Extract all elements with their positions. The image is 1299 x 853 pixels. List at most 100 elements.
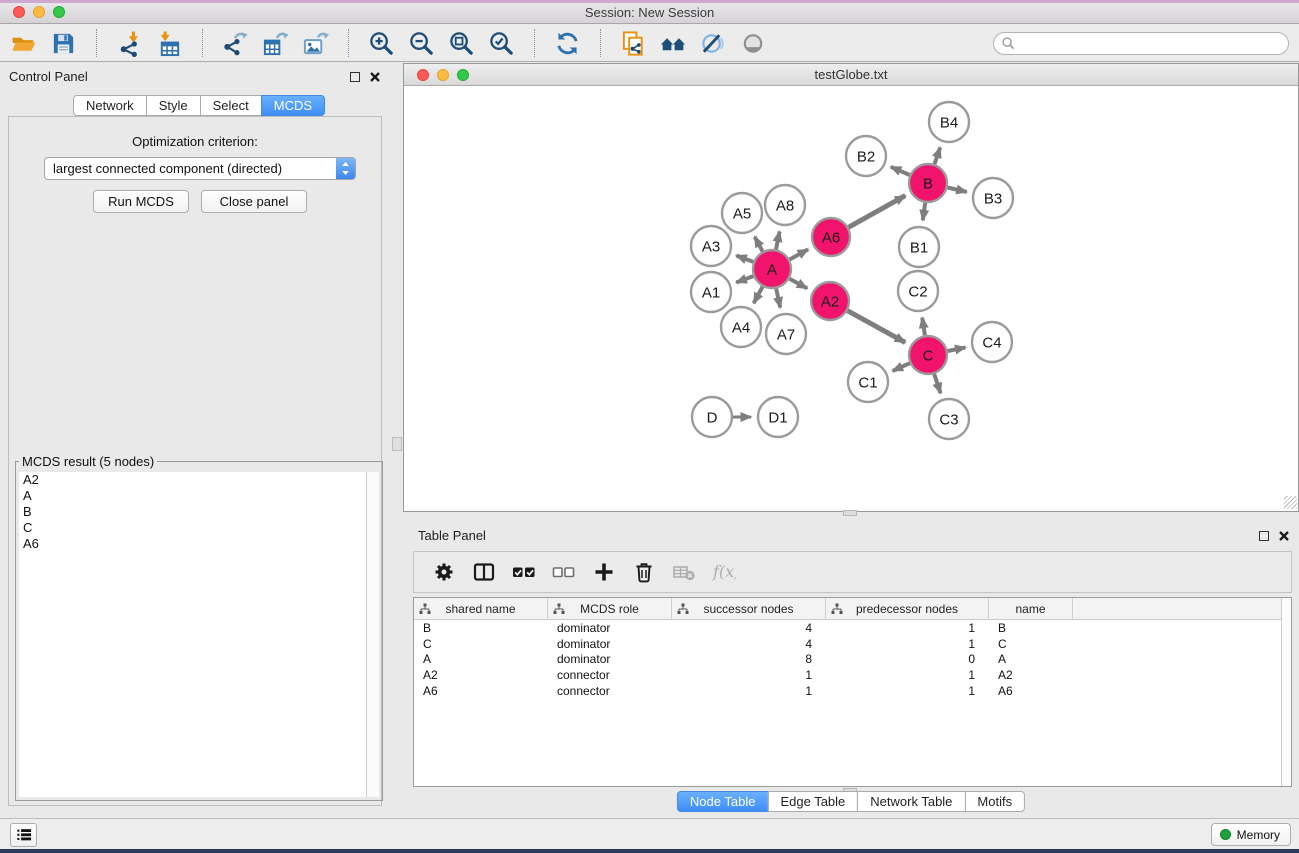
- tab-select[interactable]: Select: [200, 95, 262, 116]
- graph-edge-A-A6[interactable]: [790, 249, 809, 259]
- graph-node-B[interactable]: B: [909, 164, 947, 202]
- table-cell[interactable]: B: [989, 621, 1073, 635]
- table-cell[interactable]: B: [414, 621, 548, 635]
- home-icon[interactable]: [660, 30, 687, 57]
- table-row[interactable]: A2connector11A2: [414, 667, 1291, 683]
- hide-panel-icon[interactable]: [700, 30, 727, 57]
- table-cell[interactable]: connector: [548, 684, 672, 698]
- close-panel-button[interactable]: Close panel: [201, 190, 307, 213]
- graph-edge-A-A8[interactable]: [776, 232, 780, 250]
- tab-network[interactable]: Network: [73, 95, 147, 116]
- table-cell[interactable]: connector: [548, 668, 672, 682]
- table-cell[interactable]: 1: [672, 668, 826, 682]
- network-canvas[interactable]: B4B2BB3A5A8A6A3AB1A1C2A4A7A2CC4C1C3DD1: [404, 86, 1298, 510]
- import-network-icon[interactable]: [116, 30, 143, 57]
- graph-edge-A2-C[interactable]: [848, 311, 906, 343]
- graph-node-B3[interactable]: B3: [973, 178, 1013, 218]
- table-row[interactable]: Adominator80A: [414, 652, 1291, 668]
- vertical-splitter-handle[interactable]: [392, 437, 402, 451]
- graph-node-A7[interactable]: A7: [766, 314, 806, 354]
- column-header-successor-nodes[interactable]: successor nodes: [672, 598, 826, 619]
- graph-edge-A-A7[interactable]: [776, 289, 780, 308]
- graph-node-A3[interactable]: A3: [691, 226, 731, 266]
- graph-node-A4[interactable]: A4: [721, 307, 761, 347]
- table-cell[interactable]: 1: [672, 684, 826, 698]
- graph-node-C4[interactable]: C4: [972, 322, 1012, 362]
- export-table-icon[interactable]: [262, 30, 289, 57]
- tab-style[interactable]: Style: [146, 95, 201, 116]
- tab-mcds[interactable]: MCDS: [261, 95, 325, 116]
- tab-edge-table[interactable]: Edge Table: [767, 791, 858, 812]
- tab-network-table[interactable]: Network Table: [857, 791, 965, 812]
- table-cell[interactable]: A2: [989, 668, 1073, 682]
- graph-node-C[interactable]: C: [909, 336, 947, 374]
- graph-node-A8[interactable]: A8: [765, 185, 805, 225]
- table-cell[interactable]: 1: [826, 684, 989, 698]
- graph-node-D[interactable]: D: [692, 397, 732, 437]
- graph-edge-A-A3[interactable]: [736, 256, 753, 262]
- graph-edge-A-A1[interactable]: [736, 276, 753, 282]
- clone-network-icon[interactable]: [620, 30, 647, 57]
- table-cell[interactable]: C: [989, 637, 1073, 651]
- show-panel-icon[interactable]: [740, 30, 767, 57]
- table-cell[interactable]: 4: [672, 621, 826, 635]
- table-cell[interactable]: dominator: [548, 637, 672, 651]
- export-network-icon[interactable]: [222, 30, 249, 57]
- window-resize-grip[interactable]: [1284, 496, 1297, 509]
- tab-node-table[interactable]: Node Table: [677, 791, 769, 812]
- graph-node-B2[interactable]: B2: [846, 136, 886, 176]
- graph-edge-B-B3[interactable]: [948, 188, 967, 192]
- graph-edge-B-B1[interactable]: [923, 203, 925, 221]
- table-row[interactable]: A6connector11A6: [414, 683, 1291, 699]
- graph-edge-C-C1[interactable]: [893, 363, 910, 371]
- import-table-icon[interactable]: [156, 30, 183, 57]
- graph-node-B1[interactable]: B1: [899, 227, 939, 267]
- graph-node-A1[interactable]: A1: [691, 272, 731, 312]
- table-cell[interactable]: 8: [672, 652, 826, 666]
- graph-node-A2[interactable]: A2: [811, 282, 849, 320]
- mcds-result-item[interactable]: A2: [19, 472, 379, 488]
- graph-edge-A-A2[interactable]: [790, 279, 808, 289]
- graph-node-C1[interactable]: C1: [848, 362, 888, 402]
- graph-node-A5[interactable]: A5: [722, 193, 762, 233]
- table-cell[interactable]: dominator: [548, 652, 672, 666]
- run-mcds-button[interactable]: Run MCDS: [93, 190, 189, 213]
- table-row[interactable]: Bdominator41B: [414, 620, 1291, 636]
- export-image-icon[interactable]: [302, 30, 329, 57]
- graph-node-C2[interactable]: C2: [898, 271, 938, 311]
- unselect-all-columns-icon[interactable]: [552, 560, 576, 584]
- graph-edge-A-A4[interactable]: [754, 287, 763, 304]
- table-cell[interactable]: 1: [826, 637, 989, 651]
- panel-list-button[interactable]: [10, 823, 37, 847]
- delete-column-icon[interactable]: [632, 560, 656, 584]
- close-table-panel-icon[interactable]: [1278, 530, 1290, 542]
- refresh-icon[interactable]: [554, 30, 581, 57]
- table-settings-icon[interactable]: [432, 560, 456, 584]
- memory-button[interactable]: Memory: [1211, 823, 1291, 846]
- zoom-selected-icon[interactable]: [488, 30, 515, 57]
- table-scrollbar[interactable]: [1281, 598, 1291, 786]
- table-cell[interactable]: dominator: [548, 621, 672, 635]
- graph-node-D1[interactable]: D1: [758, 397, 798, 437]
- graph-edge-A6-B[interactable]: [849, 196, 906, 228]
- float-table-panel-icon[interactable]: [1259, 531, 1269, 541]
- graph-edge-C-C4[interactable]: [948, 347, 966, 351]
- mcds-result-item[interactable]: A: [19, 488, 379, 504]
- table-cell[interactable]: A2: [414, 668, 548, 682]
- graph-edge-A-A5[interactable]: [755, 237, 763, 252]
- zoom-out-icon[interactable]: [408, 30, 435, 57]
- graph-node-A6[interactable]: A6: [812, 218, 850, 256]
- table-cell[interactable]: 1: [826, 621, 989, 635]
- save-session-icon[interactable]: [50, 30, 77, 57]
- select-all-columns-icon[interactable]: [512, 560, 536, 584]
- table-cell[interactable]: 4: [672, 637, 826, 651]
- horizontal-splitter-handle[interactable]: [843, 510, 857, 516]
- column-header-mcds-role[interactable]: MCDS role: [548, 598, 672, 619]
- mcds-result-item[interactable]: C: [19, 520, 379, 536]
- table-cell[interactable]: A: [989, 652, 1073, 666]
- table-cell[interactable]: 0: [826, 652, 989, 666]
- graph-node-C3[interactable]: C3: [929, 399, 969, 439]
- tab-motifs[interactable]: Motifs: [964, 791, 1025, 812]
- mcds-result-item[interactable]: B: [19, 504, 379, 520]
- table-cell[interactable]: A6: [414, 684, 548, 698]
